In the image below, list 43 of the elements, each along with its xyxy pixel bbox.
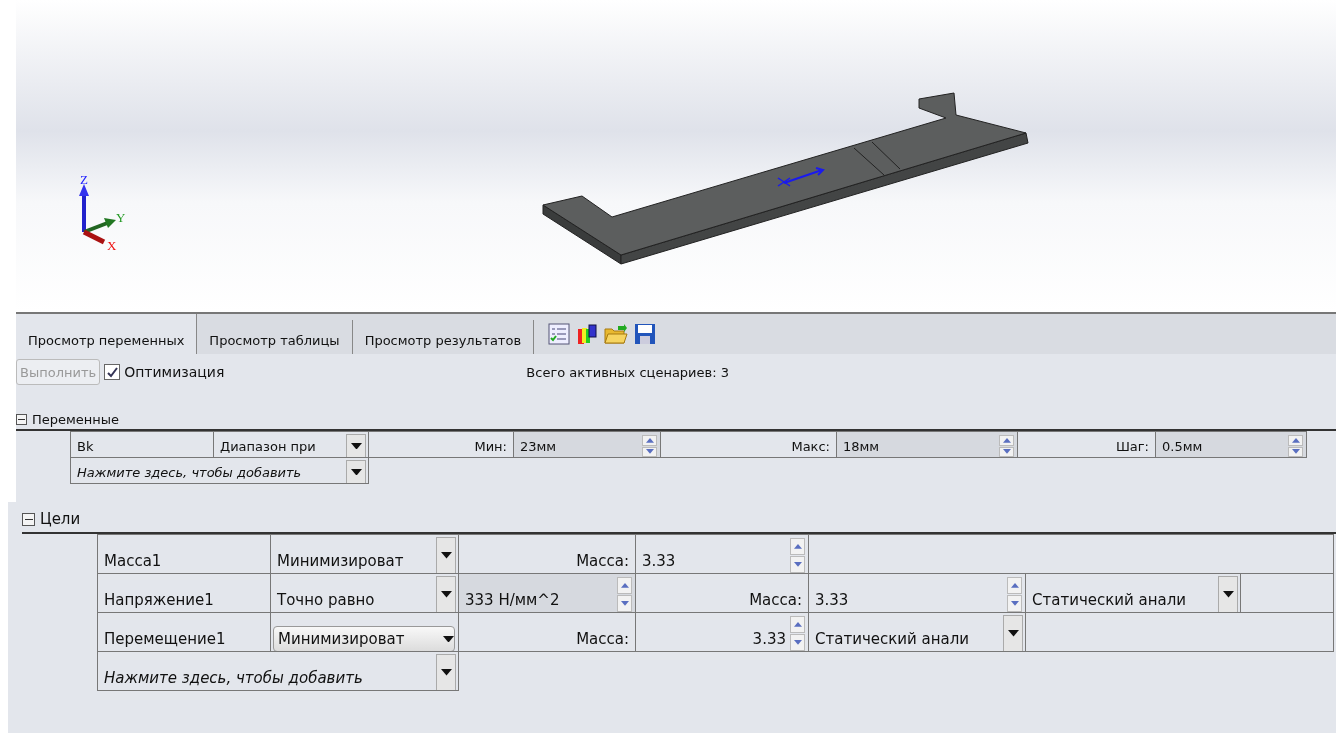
checklist-icon[interactable] — [548, 323, 571, 345]
down-arrow-icon[interactable] — [443, 635, 454, 643]
down-arrow-icon[interactable] — [440, 669, 452, 676]
up-arrow-icon[interactable] — [1002, 437, 1011, 443]
add-row-dropdown[interactable]: Нажмите здесь, чтобы добавить — [70, 457, 369, 484]
table-cell: Макс: — [660, 431, 837, 458]
checkbox[interactable] — [104, 364, 121, 380]
section-title: Переменные — [32, 412, 120, 427]
up-arrow-icon[interactable] — [1010, 583, 1019, 588]
save-icon[interactable] — [634, 323, 657, 345]
table-cell: Шаг: — [1017, 431, 1156, 458]
table-cell: Bk — [70, 431, 214, 458]
add-row-dropdown[interactable]: Нажмите здесь, чтобы добавить — [97, 651, 459, 691]
folder-icon[interactable] — [604, 323, 629, 345]
down-arrow-icon[interactable] — [440, 591, 452, 598]
down-arrow-icon[interactable] — [1222, 591, 1234, 598]
color-plot-icon[interactable] — [576, 323, 599, 345]
tab[interactable]: Просмотр переменных — [16, 314, 198, 354]
down-arrow-icon[interactable] — [350, 468, 362, 476]
down-arrow-icon[interactable] — [350, 442, 362, 450]
spinner-field[interactable]: 3.33 — [635, 534, 809, 574]
down-arrow-icon[interactable] — [440, 552, 452, 559]
dropdown[interactable]: Диапазон при — [213, 431, 369, 458]
spinner-field[interactable]: 18мм — [836, 431, 1018, 458]
axis-triad-drawing: Z Y X — [74, 170, 134, 250]
scenario-count: Всего активных сценариев: 3 — [526, 364, 729, 380]
up-arrow-icon[interactable] — [620, 583, 629, 588]
collapse-icon[interactable] — [16, 414, 27, 425]
table-cell: Мин: — [368, 431, 514, 458]
up-arrow-icon[interactable] — [645, 437, 654, 443]
spinner-field[interactable]: 23мм — [513, 431, 661, 458]
up-arrow-icon[interactable] — [793, 622, 802, 627]
spinner-field[interactable]: 333 Н/мм^2 — [458, 573, 636, 613]
spinner-field[interactable]: 0.5мм — [1155, 431, 1307, 458]
dropdown[interactable]: Минимизироват — [270, 534, 459, 574]
collapse-icon[interactable] — [22, 512, 35, 526]
up-arrow-icon[interactable] — [1291, 437, 1300, 443]
checkbox-label: Оптимизация — [124, 364, 225, 380]
down-arrow-icon[interactable] — [1007, 630, 1019, 637]
up-arrow-icon[interactable] — [793, 544, 802, 549]
dropdown[interactable]: Статический анали — [808, 612, 1026, 652]
table-cell: Масса1 — [97, 534, 271, 574]
section-title: Цели — [40, 510, 81, 528]
